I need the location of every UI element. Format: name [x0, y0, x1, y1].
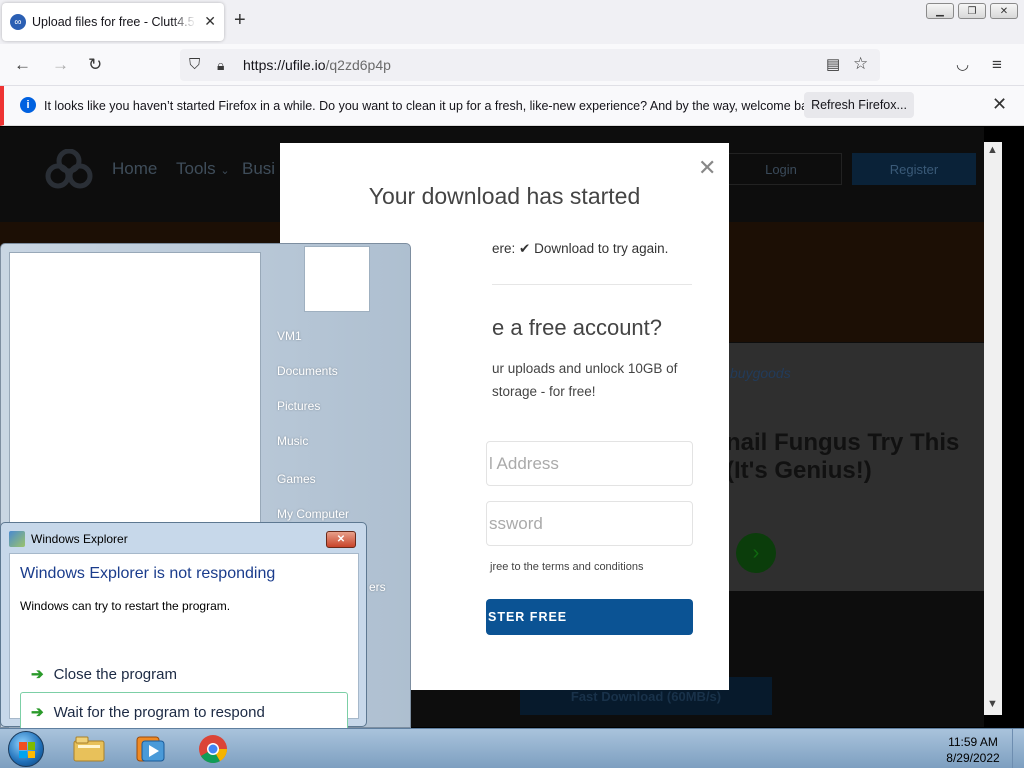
- bookmark-star-icon[interactable]: ☆: [853, 54, 868, 74]
- pocket-icon[interactable]: ◡: [956, 55, 969, 75]
- chevron-down-icon: ⌄: [220, 165, 230, 177]
- perks-line1: ur uploads and unlock 10GB of: [492, 361, 678, 376]
- system-clock[interactable]: 11:59 AM 8/29/2022: [930, 734, 1016, 766]
- terms-text: jree to the terms and conditions: [490, 561, 644, 573]
- new-tab-icon[interactable]: +: [234, 10, 246, 30]
- modal-close-icon[interactable]: ✕: [698, 155, 716, 181]
- wait-program-label: Wait for the program to respond: [53, 703, 265, 721]
- tab-active[interactable]: ∞ Upload files for free - Clutt4.5.e ✕: [2, 3, 224, 41]
- page-scrollbar[interactable]: ▲ ▼: [984, 142, 1002, 715]
- browser-titlebar: ∞ Upload files for free - Clutt4.5.e ✕ +…: [0, 0, 1024, 44]
- user-picture[interactable]: [304, 246, 370, 312]
- window-close-button[interactable]: ✕: [990, 3, 1018, 19]
- dialog-subtext: Windows can try to restart the program.: [20, 599, 231, 613]
- ufile-logo-icon[interactable]: [44, 149, 94, 189]
- scroll-down-icon[interactable]: ▼: [987, 698, 998, 710]
- tab-close-icon[interactable]: ✕: [204, 13, 216, 30]
- reader-view-icon[interactable]: ▤: [826, 55, 840, 75]
- modal-divider: [492, 284, 692, 285]
- password-field[interactable]: ssword: [486, 501, 693, 546]
- close-program-label: Close the program: [53, 665, 177, 683]
- close-program-option[interactable]: ➔ Close the program: [20, 654, 348, 694]
- infobar-close-icon[interactable]: ✕: [992, 94, 1007, 115]
- email-field[interactable]: l Address: [486, 441, 693, 486]
- green-arrow-icon: ➔: [31, 666, 44, 683]
- dialog-close-button[interactable]: ✕: [326, 531, 356, 548]
- back-icon[interactable]: ←: [14, 55, 31, 75]
- forward-icon[interactable]: →: [52, 55, 69, 75]
- ad-arrow-icon[interactable]: ›: [736, 533, 776, 573]
- ad-headline: nail Fungus Try This (It's Genius!): [726, 429, 959, 485]
- info-icon: i: [20, 97, 36, 113]
- account-perks: ur uploads and unlock 10GB of storage - …: [492, 357, 677, 403]
- taskbar: 11:59 AM 8/29/2022: [0, 728, 1024, 768]
- start-button[interactable]: [8, 731, 44, 767]
- start-item-games[interactable]: Games: [277, 472, 316, 486]
- ufile-favicon-icon: ∞: [10, 14, 26, 30]
- infobar-message: It looks like you haven’t started Firefo…: [44, 99, 825, 113]
- ad-headline-line2: (It's Genius!): [726, 457, 872, 484]
- nav-business[interactable]: Busi: [242, 159, 275, 179]
- ad-brand: buygoods: [730, 365, 791, 381]
- nav-tools-label: Tools: [176, 159, 216, 178]
- wait-program-option[interactable]: ➔ Wait for the program to respond: [20, 692, 348, 732]
- dialog-caption: Windows Explorer: [9, 531, 128, 547]
- start-item-vm1[interactable]: VM1: [277, 329, 302, 343]
- url-host: https://ufile.io: [243, 57, 326, 73]
- tracking-shield-icon[interactable]: ⛉: [189, 55, 200, 75]
- start-item-partial[interactable]: ers: [369, 580, 386, 594]
- windows-logo-icon: [19, 742, 35, 758]
- dialog-caption-text: Windows Explorer: [31, 532, 128, 546]
- nav-tools[interactable]: Tools ⌄: [176, 159, 230, 179]
- url-path: /q2zd6p4p: [325, 57, 391, 73]
- login-button[interactable]: Login: [720, 153, 842, 185]
- register-free-button[interactable]: STER FREE: [486, 599, 693, 635]
- dialog-body: Windows Explorer is not responding Windo…: [9, 553, 359, 732]
- file-explorer-icon[interactable]: [72, 733, 106, 765]
- start-item-pictures[interactable]: Pictures: [277, 399, 320, 413]
- download-retry-text[interactable]: ere: ✔ Download to try again.: [492, 241, 668, 257]
- register-button[interactable]: Register: [852, 153, 976, 185]
- refresh-firefox-button[interactable]: Refresh Firefox...: [804, 92, 914, 118]
- start-item-my-computer[interactable]: My Computer: [277, 507, 349, 521]
- clock-date: 8/29/2022: [946, 751, 1000, 765]
- nav-home[interactable]: Home: [112, 159, 157, 179]
- url-bar[interactable]: ⛉ 🔒︎ https://ufile.io/q2zd6p4p ▤ ☆: [180, 49, 880, 81]
- media-player-icon[interactable]: [134, 733, 168, 765]
- minimize-button[interactable]: ▁: [926, 3, 954, 19]
- modal-title: Your download has started: [368, 183, 641, 209]
- start-item-documents[interactable]: Documents: [277, 364, 338, 378]
- restore-button[interactable]: ❐: [958, 3, 986, 19]
- chrome-icon[interactable]: [196, 733, 230, 765]
- tab-title: Upload files for free - Clutt4.5.e: [32, 15, 196, 29]
- advertisement[interactable]: buygoods nail Fungus Try This (It's Geni…: [700, 343, 984, 591]
- hamburger-menu-icon[interactable]: ≡: [992, 55, 1002, 75]
- scroll-up-icon[interactable]: ▲: [987, 144, 998, 156]
- dialog-heading: Windows Explorer is not responding: [20, 565, 276, 582]
- perks-line2: storage - for free!: [492, 384, 596, 399]
- not-responding-dialog: Windows Explorer ✕ Windows Explorer is n…: [0, 522, 367, 732]
- green-arrow-icon: ➔: [31, 704, 44, 721]
- show-desktop-button[interactable]: [1012, 729, 1024, 768]
- refresh-notification-bar: i It looks like you haven’t started Fire…: [0, 86, 1024, 126]
- lock-icon[interactable]: 🔒︎: [217, 55, 224, 75]
- explorer-icon: [9, 531, 25, 547]
- account-heading: e a free account?: [492, 315, 663, 340]
- navigation-toolbar: ← → ↻ ⛉ 🔒︎ https://ufile.io/q2zd6p4p ▤ ☆…: [0, 44, 1024, 86]
- reload-icon[interactable]: ↻: [88, 55, 102, 75]
- clock-time: 11:59 AM: [948, 735, 998, 749]
- start-item-music[interactable]: Music: [277, 434, 308, 448]
- ad-headline-line1: nail Fungus Try This: [726, 429, 960, 456]
- url-text[interactable]: https://ufile.io/q2zd6p4p: [243, 57, 391, 73]
